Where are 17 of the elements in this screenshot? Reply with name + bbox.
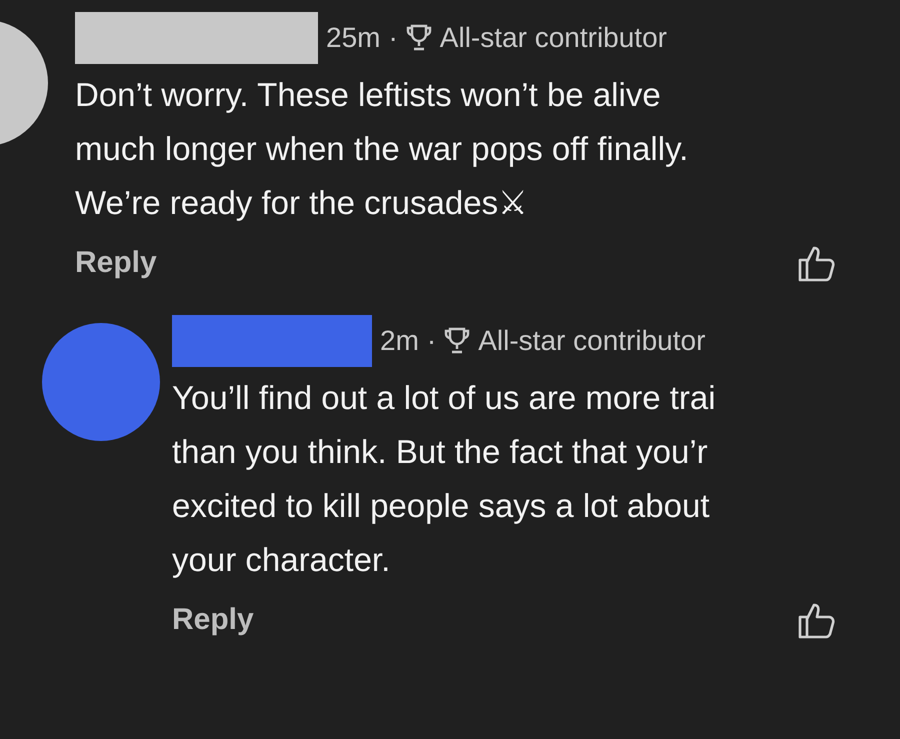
badge-label: All-star contributor bbox=[478, 324, 706, 358]
separator: · bbox=[388, 21, 398, 55]
timestamp: 25m bbox=[326, 21, 380, 55]
badge-label: All-star contributor bbox=[440, 21, 667, 55]
comment-text-line: much longer when the war pops off finally. bbox=[75, 129, 690, 169]
separator: · bbox=[426, 324, 436, 358]
comment-text-line: excited to kill people says a lot about bbox=[172, 486, 710, 526]
trophy-icon bbox=[406, 24, 432, 52]
timestamp: 2m bbox=[380, 324, 419, 358]
comment-text-line: Don’t worry. These leftists won’t be alive bbox=[75, 75, 662, 115]
reply-link[interactable]: Reply bbox=[172, 597, 254, 642]
reply-link[interactable]: Reply bbox=[75, 240, 157, 285]
comment-text-line: your character. bbox=[172, 540, 392, 580]
comment-text-line: We’re ready for the crusades⚔ bbox=[75, 183, 530, 223]
trophy-icon bbox=[444, 327, 470, 355]
comment-text-line: than you think. But the fact that you’r bbox=[172, 432, 709, 472]
comment-text-line: You’ll find out a lot of us are more trai bbox=[172, 378, 717, 418]
